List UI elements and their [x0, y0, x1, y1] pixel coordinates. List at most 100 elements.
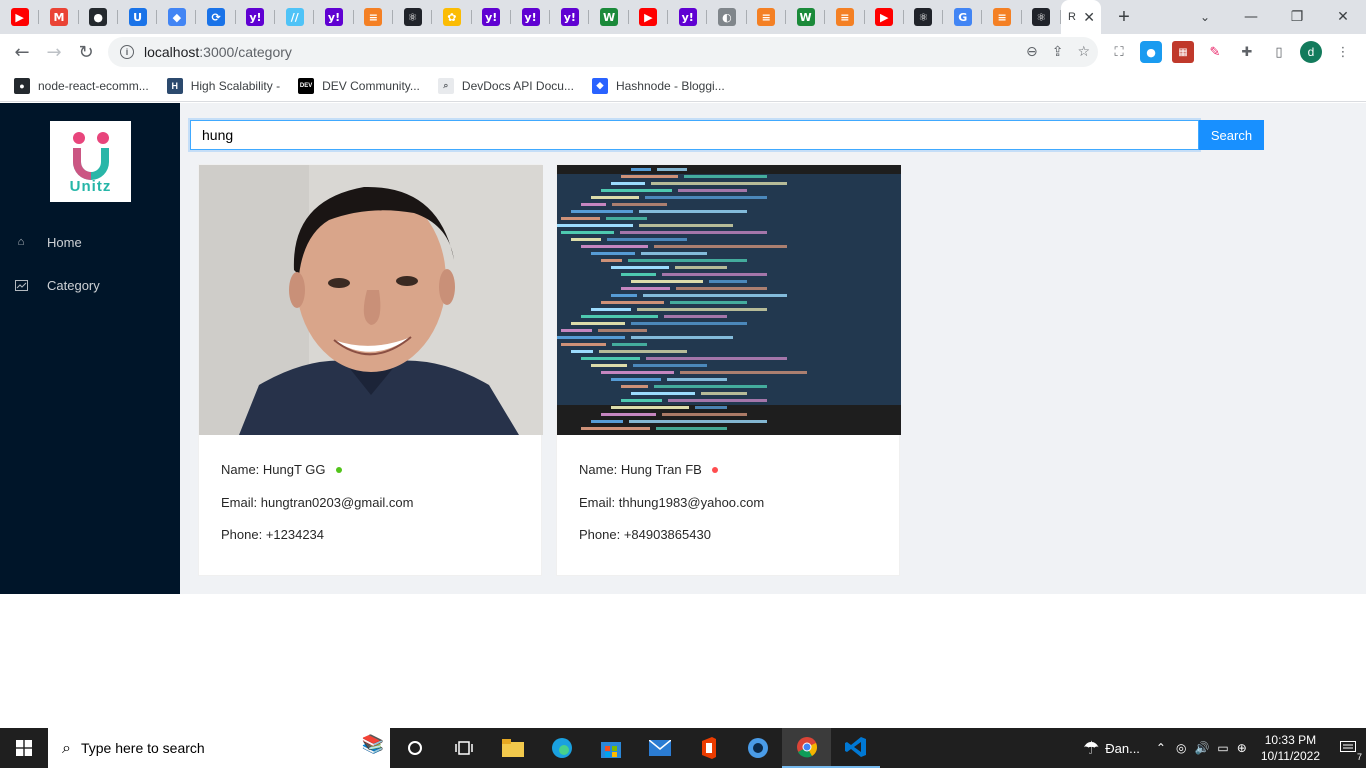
- edge-icon[interactable]: [537, 728, 586, 768]
- pinned-tab[interactable]: y!: [511, 0, 551, 34]
- react-icon: ⚛: [403, 8, 422, 26]
- pinned-tab[interactable]: ≡: [354, 0, 394, 34]
- clock[interactable]: 10:33 PM 10/11/2022: [1251, 732, 1330, 764]
- color-picker-extension-icon[interactable]: ✎: [1204, 41, 1226, 63]
- pinned-tab[interactable]: //: [275, 0, 315, 34]
- close-window-icon[interactable]: ✕: [1320, 0, 1366, 34]
- minimize-icon[interactable]: —: [1228, 0, 1274, 34]
- browser-app-icon[interactable]: [733, 728, 782, 768]
- pinned-tab[interactable]: ⚛: [1022, 0, 1062, 34]
- pinned-tab[interactable]: y!: [668, 0, 708, 34]
- battery-icon[interactable]: ▭: [1217, 741, 1228, 755]
- pinned-tab[interactable]: y!: [472, 0, 512, 34]
- pinned-tab[interactable]: y!: [550, 0, 590, 34]
- weather-icon[interactable]: ☂: [1083, 738, 1099, 759]
- reload-icon[interactable]: ↻: [70, 36, 102, 68]
- pinned-tab[interactable]: M: [39, 0, 79, 34]
- user-card[interactable]: Name: Hung Tran FB Email: thhung1983@yah…: [556, 164, 901, 576]
- url-path: :3000/category: [199, 44, 292, 60]
- sidebar-item-label: Category: [47, 277, 100, 293]
- chrome-icon[interactable]: [782, 728, 831, 768]
- volume-icon[interactable]: 🔊: [1194, 741, 1209, 755]
- address-bar[interactable]: i localhost:3000/category ⊖ ⇪ ☆: [108, 37, 1098, 67]
- pinned-tab[interactable]: ≡: [982, 0, 1023, 34]
- browser-toolbar: ← → ↻ i localhost:3000/category ⊖ ⇪ ☆ ⛶ …: [0, 34, 1366, 70]
- weather-label[interactable]: Đan...: [1105, 741, 1140, 756]
- sidebar-item-home[interactable]: ⌂ Home: [0, 222, 180, 262]
- user-card[interactable]: Name: HungT GG Email: hungtran0203@gmail…: [198, 164, 543, 576]
- forward-icon[interactable]: →: [38, 36, 70, 68]
- network-icon[interactable]: ⊕: [1237, 741, 1247, 755]
- meet-now-icon[interactable]: ◎: [1176, 741, 1186, 755]
- user-photo: [557, 165, 901, 435]
- search-input[interactable]: [190, 120, 1199, 150]
- bookmark-item[interactable]: ◆ Hashnode - Bloggi...: [591, 77, 725, 94]
- github-icon: ●: [89, 8, 108, 26]
- new-tab-button[interactable]: +: [1109, 2, 1139, 32]
- tab-search-icon[interactable]: ⌄: [1190, 0, 1220, 34]
- pinned-tab[interactable]: ▶: [629, 0, 669, 34]
- search-button[interactable]: Search: [1199, 120, 1264, 150]
- drop-extension-icon[interactable]: ●: [1140, 41, 1162, 63]
- tray-chevron-icon[interactable]: ⌃: [1156, 741, 1166, 755]
- logo[interactable]: Unitz: [50, 121, 131, 202]
- pinned-tab[interactable]: ◐: [707, 0, 747, 34]
- back-icon[interactable]: ←: [6, 36, 38, 68]
- stackoverflow-icon: ≡: [835, 8, 854, 26]
- pinned-tab[interactable]: ≡: [747, 0, 787, 34]
- windows-start-icon[interactable]: [0, 728, 48, 768]
- user-name: Name: Hung Tran FB: [579, 462, 702, 477]
- cortana-icon[interactable]: [390, 728, 439, 768]
- youtube-icon: ▶: [10, 8, 29, 26]
- pinned-tab[interactable]: ▶: [0, 0, 40, 34]
- notification-center-icon[interactable]: 7: [1330, 728, 1366, 768]
- pinned-tab[interactable]: y!: [236, 0, 276, 34]
- office-icon[interactable]: [684, 728, 733, 768]
- extensions-area: ⛶ ● ▦ ✎ ✚ ▯ d ⋮: [1108, 34, 1354, 70]
- menu-kebab-icon[interactable]: ⋮: [1332, 41, 1354, 63]
- user-photo: [199, 165, 543, 435]
- share-icon[interactable]: ⇪: [1052, 44, 1064, 60]
- bookmark-item[interactable]: ● node-react-ecomm...: [14, 77, 149, 94]
- pinned-tab[interactable]: ⚛: [393, 0, 433, 34]
- pinned-tab[interactable]: W: [589, 0, 630, 34]
- pinned-tab[interactable]: ✿: [432, 0, 472, 34]
- search-icon: ⌕: [62, 738, 71, 757]
- pinned-tab[interactable]: U: [118, 0, 158, 34]
- url-text[interactable]: localhost:3000/category: [144, 44, 292, 60]
- pinned-tab[interactable]: ●: [79, 0, 119, 34]
- taskbar-search[interactable]: ⌕ Type here to search 📚: [48, 728, 390, 768]
- pinned-tab[interactable]: y!: [314, 0, 354, 34]
- pinned-tab[interactable]: ▶: [865, 0, 905, 34]
- user-email: Email: thhung1983@yahoo.com: [579, 494, 765, 510]
- file-explorer-icon[interactable]: [488, 728, 537, 768]
- yahoo-icon: y!: [246, 8, 265, 26]
- bookmark-item[interactable]: ⌕ DevDocs API Docu...: [437, 77, 574, 94]
- task-view-icon[interactable]: [439, 728, 488, 768]
- extensions-puzzle-icon[interactable]: ✚: [1236, 41, 1258, 63]
- bookmark-item[interactable]: DEV DEV Community...: [298, 77, 420, 94]
- side-panel-icon[interactable]: ▯: [1268, 41, 1290, 63]
- pinned-tab[interactable]: W: [786, 0, 826, 34]
- grid-extension-icon[interactable]: ▦: [1172, 41, 1194, 63]
- bookmark-star-icon[interactable]: ☆: [1077, 44, 1090, 60]
- bookmark-item[interactable]: H High Scalability -: [166, 77, 280, 94]
- vscode-icon[interactable]: [831, 728, 880, 768]
- mail-icon[interactable]: [635, 728, 684, 768]
- pinned-tab[interactable]: ⚛: [904, 0, 944, 34]
- site-info-icon[interactable]: i: [120, 45, 134, 59]
- close-tab-icon[interactable]: ✕: [1083, 9, 1095, 26]
- pinned-tab[interactable]: ⟳: [196, 0, 237, 34]
- pinned-tab[interactable]: G: [943, 0, 983, 34]
- pinned-tab[interactable]: ◆: [157, 0, 197, 34]
- screenshot-extension-icon[interactable]: ⛶: [1108, 41, 1130, 63]
- store-icon[interactable]: [586, 728, 635, 768]
- devdocs-icon: ◆: [167, 8, 186, 26]
- youtube-icon: ▶: [875, 8, 894, 26]
- profile-avatar[interactable]: d: [1300, 41, 1322, 63]
- pinned-tab[interactable]: ≡: [825, 0, 865, 34]
- restore-icon[interactable]: ❐: [1274, 0, 1320, 34]
- sidebar-item-category[interactable]: Category: [0, 265, 180, 305]
- zoom-icon[interactable]: ⊖: [1026, 44, 1038, 60]
- active-tab[interactable]: R ✕: [1061, 0, 1102, 34]
